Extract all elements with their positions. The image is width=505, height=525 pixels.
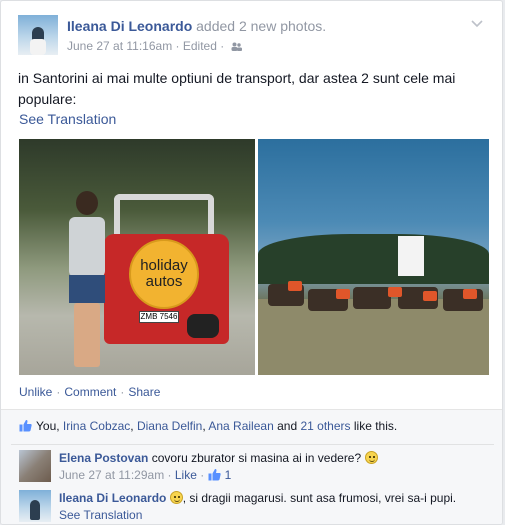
jeep-tire: [187, 314, 219, 338]
trees: [258, 234, 489, 284]
commenter-name[interactable]: Elena Postovan: [59, 451, 148, 465]
photo-jeep[interactable]: holiday autos ZMB 7546: [19, 139, 255, 375]
liker-diana[interactable]: Diana Delfin: [137, 419, 202, 433]
woman-shorts: [69, 275, 105, 303]
comment-meta: June 27 at 11:29am · Like · 1: [59, 468, 232, 482]
woman-legs: [74, 303, 100, 367]
post-text: in Santorini ai mai multe optiuni de tra…: [18, 70, 456, 107]
saddle: [463, 289, 477, 299]
comment-button[interactable]: Comment: [64, 385, 116, 399]
white-building: [398, 236, 424, 276]
edited-label[interactable]: Edited: [183, 39, 217, 53]
commenter-name[interactable]: Ileana Di Leonardo: [59, 491, 166, 505]
feedback-section: You, Irina Cobzac, Diana Delfin, Ana Rai…: [1, 409, 502, 524]
post-action-text: added 2 new photos.: [196, 18, 327, 34]
like-thumb-icon[interactable]: [208, 468, 221, 481]
author-avatar[interactable]: [18, 15, 58, 55]
post-timestamp[interactable]: June 27 at 11:16am: [67, 39, 172, 53]
woman-top: [69, 217, 105, 277]
unlike-button[interactable]: Unlike: [19, 385, 52, 399]
saddle: [336, 289, 350, 299]
comment-meta: See Translation: [59, 507, 142, 523]
saddle: [288, 281, 302, 291]
saddle: [388, 287, 402, 297]
likes-summary: You, Irina Cobzac, Diana Delfin, Ana Rai…: [19, 418, 489, 434]
comment-text: covoru zburator si masina ai in vedere?: [151, 451, 362, 465]
comment-body: Elena Postovan covoru zburator si masina…: [59, 450, 489, 466]
license-plate: ZMB 7546: [139, 311, 179, 323]
friends-icon[interactable]: [231, 42, 242, 51]
comment-body: Ileana Di Leonardo , si dragii magarusi.…: [59, 490, 489, 506]
post-author-line: Ileana Di Leonardo added 2 new photos.: [67, 18, 326, 34]
smiley-emoji-icon: [169, 491, 183, 504]
photo-donkeys[interactable]: [258, 139, 489, 375]
commenter-avatar[interactable]: [19, 490, 51, 522]
jeep-roll-bar: [114, 194, 214, 239]
like-thumb-icon: [19, 419, 32, 432]
post-meta: June 27 at 11:16am · Edited ·: [67, 39, 242, 53]
comment-timestamp[interactable]: June 27 at 11:29am: [59, 468, 164, 482]
saddle: [423, 291, 437, 301]
commenter-avatar[interactable]: [19, 450, 51, 482]
see-translation-link[interactable]: See Translation: [19, 111, 116, 127]
author-name-link[interactable]: Ileana Di Leonardo: [67, 18, 192, 34]
chevron-down-icon[interactable]: [470, 17, 484, 31]
comment-like-count[interactable]: 1: [225, 468, 232, 482]
see-translation-link[interactable]: See Translation: [59, 508, 142, 522]
holiday-autos-spare-wheel: holiday autos: [129, 239, 199, 309]
likes-suffix: like this.: [353, 419, 398, 433]
likes-others-link[interactable]: 21 others: [300, 419, 350, 433]
likes-and: and: [277, 419, 298, 433]
donkey: [353, 287, 391, 309]
wheel-text-line1: holiday: [140, 257, 188, 274]
divider: [11, 444, 494, 445]
comment-text: , si dragii magarusi. sunt asa frumosi, …: [182, 491, 457, 505]
share-button[interactable]: Share: [128, 385, 160, 399]
comment-like-button[interactable]: Like: [175, 468, 197, 482]
likes-you[interactable]: You: [36, 419, 56, 433]
post-header: Ileana Di Leonardo added 2 new photos. J…: [18, 15, 492, 57]
smiley-emoji-icon: [364, 451, 378, 464]
wheel-text-line2: autos: [145, 273, 183, 290]
liker-ana[interactable]: Ana Railean: [208, 419, 273, 433]
liker-irina[interactable]: Irina Cobzac: [63, 419, 130, 433]
post-actions: Unlike · Comment · Share: [19, 385, 161, 399]
post-card: Ileana Di Leonardo added 2 new photos. J…: [0, 0, 503, 525]
woman-head: [76, 191, 98, 215]
